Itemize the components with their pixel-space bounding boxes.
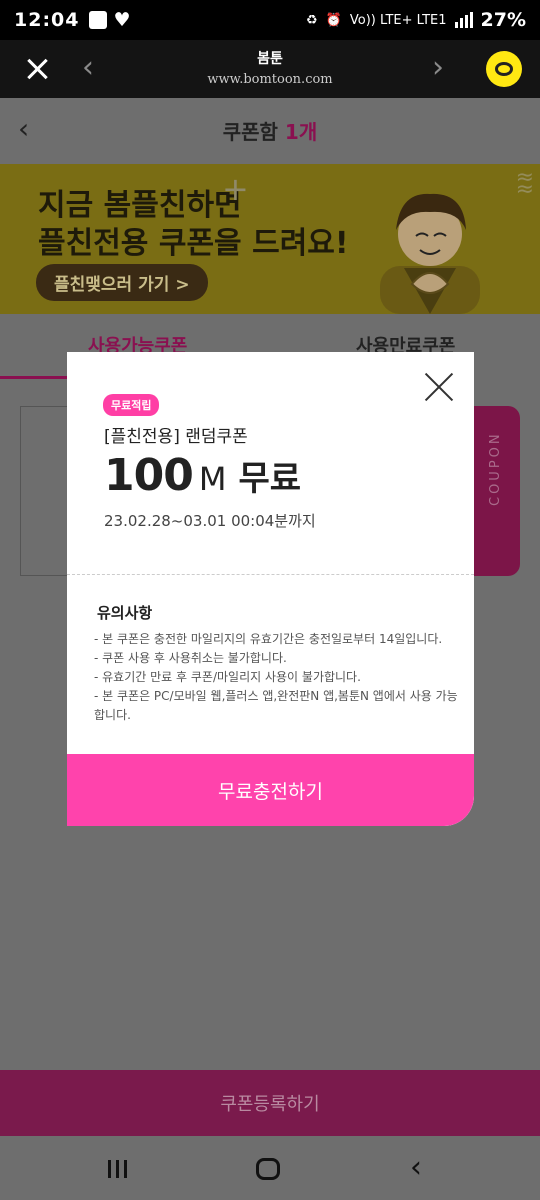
alarm-icon: ⏰ <box>325 12 342 28</box>
free-badge: 무료적립 <box>103 394 160 416</box>
coupon-tab-label: COUPON <box>488 431 503 506</box>
status-right: ♻ ⏰ Vo)) LTE+ LTE1 27% <box>306 9 526 31</box>
coupon-detail-modal: 무료적립 [플친전용] 랜덤쿠폰 100 M 무료 23.02.28~03.01… <box>67 352 474 826</box>
coupon-title: [플친전용] 랜덤쿠폰 <box>104 427 248 447</box>
notice-title: 유의사항 <box>97 604 153 622</box>
status-bar: 12:04 ♥ ♻ ⏰ Vo)) LTE+ LTE1 27% <box>0 0 540 40</box>
register-coupon-button[interactable]: 쿠폰등록하기 <box>0 1070 540 1136</box>
browser-bar: ‹ 봄툰 www.bomtoon.com › <box>0 40 540 98</box>
notice-list: - 본 쿠폰은 충전한 마일리지의 유효기간은 충전일로부터 14일입니다. -… <box>94 630 464 725</box>
site-name: 봄툰 <box>257 51 283 67</box>
home-icon[interactable] <box>256 1158 280 1180</box>
coupon-amount: 100 M 무료 <box>104 450 301 501</box>
site-url: www.bomtoon.com <box>207 72 333 87</box>
page-header: ‹ 쿠폰함 1개 <box>0 98 540 164</box>
free-charge-button[interactable]: 무료충전하기 <box>67 754 474 826</box>
wave-decoration-icon: ≈ ≈ <box>515 165 534 202</box>
app-notification-icon <box>89 11 108 29</box>
page-title: 쿠폰함 1개 <box>0 116 540 145</box>
banner-cta-button[interactable]: 플친맺으러 가기 > <box>36 264 208 301</box>
modal-divider <box>67 574 474 575</box>
coupon-card-tab: COUPON <box>474 406 520 576</box>
character-illustration <box>380 193 480 314</box>
recycle-icon: ♻ <box>306 12 318 28</box>
plus-decoration-icon: + <box>222 170 249 208</box>
modal-close-icon[interactable] <box>424 372 454 402</box>
forward-arrow-icon[interactable]: › <box>432 50 444 85</box>
network-indicator: Vo)) LTE+ LTE1 <box>349 12 447 28</box>
amount-unit: M <box>198 460 227 498</box>
notice-item: - 본 쿠폰은 충전한 마일리지의 유효기간은 충전일로부터 14일입니다. <box>94 632 443 646</box>
status-time: 12:04 <box>14 9 80 31</box>
page-title-text: 쿠폰함 <box>222 120 278 144</box>
coupon-period: 23.02.28~03.01 00:04분까지 <box>104 512 316 530</box>
banner-line2: 플친전용 쿠폰을 드려요! <box>38 226 349 261</box>
signal-icon <box>454 12 473 28</box>
recent-apps-icon[interactable] <box>108 1160 127 1178</box>
notice-item: - 쿠폰 사용 후 사용취소는 불가합니다. <box>94 651 287 665</box>
notification-icons: ♥ <box>89 9 131 31</box>
battery-level: 27% <box>480 9 526 31</box>
system-back-icon[interactable]: ‹ <box>410 1150 422 1185</box>
promo-banner[interactable]: 지금 봄플친하면 플친전용 쿠폰을 드려요! + 플친맺으러 가기 > ≈ ≈ <box>0 164 540 314</box>
system-nav-bar: ‹ <box>0 1136 540 1200</box>
notice-item: - 유효기간 만료 후 쿠폰/마일리지 사용이 불가합니다. <box>94 670 361 684</box>
amount-free-label: 무료 <box>238 459 302 499</box>
browser-title: 봄툰 www.bomtoon.com <box>0 48 540 87</box>
coupon-count: 1개 <box>284 120 318 144</box>
amount-value: 100 <box>104 450 194 501</box>
heart-icon: ♥ <box>113 9 131 31</box>
kakao-talk-icon[interactable] <box>486 51 522 87</box>
notice-item: - 본 쿠폰은 PC/모바일 웹,플러스 앱,완전판N 앱,봄툰N 앱에서 사용… <box>94 689 458 722</box>
